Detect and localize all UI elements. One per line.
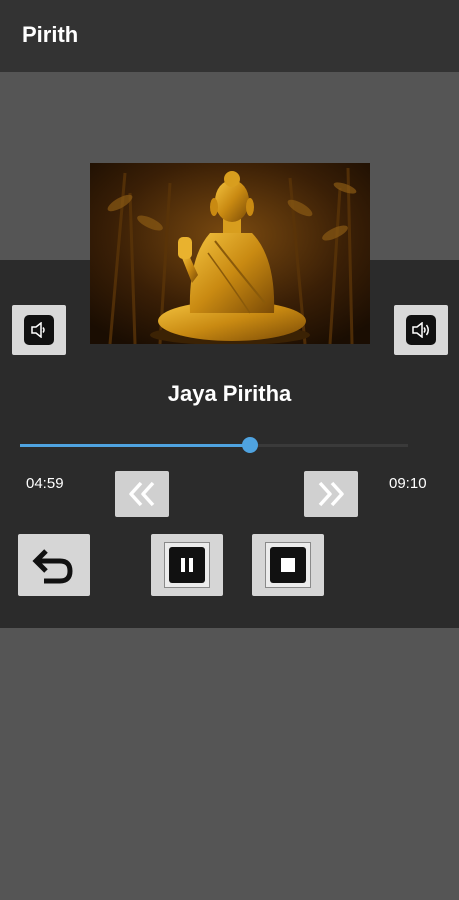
lower-background: [0, 628, 459, 900]
volume-up-button[interactable]: [394, 305, 448, 355]
album-artwork: [90, 163, 370, 344]
stop-frame: [265, 542, 311, 588]
undo-arrow-icon: [32, 549, 73, 584]
volume-down-button[interactable]: [12, 305, 66, 355]
stop-icon: [270, 547, 306, 583]
pause-button[interactable]: [151, 534, 223, 596]
seek-bar[interactable]: [20, 437, 408, 453]
track-title: Jaya Piritha: [167, 381, 292, 406]
volume-up-icon: [406, 315, 436, 345]
app-title: Pirith: [22, 22, 79, 47]
fast-forward-icon: [318, 481, 344, 507]
elapsed-time: 04:59: [26, 475, 64, 492]
app-bar: Pirith: [0, 0, 459, 72]
pause-icon: [169, 547, 205, 583]
rewind-icon: [129, 481, 155, 507]
volume-down-icon: [24, 315, 54, 345]
rewind-button[interactable]: [115, 471, 169, 517]
fast-forward-button[interactable]: [304, 471, 358, 517]
stop-button[interactable]: [252, 534, 324, 596]
pause-frame: [164, 542, 210, 588]
back-button[interactable]: [18, 534, 90, 596]
total-duration: 09:10: [389, 475, 427, 492]
seek-bar-progress: [20, 444, 251, 447]
